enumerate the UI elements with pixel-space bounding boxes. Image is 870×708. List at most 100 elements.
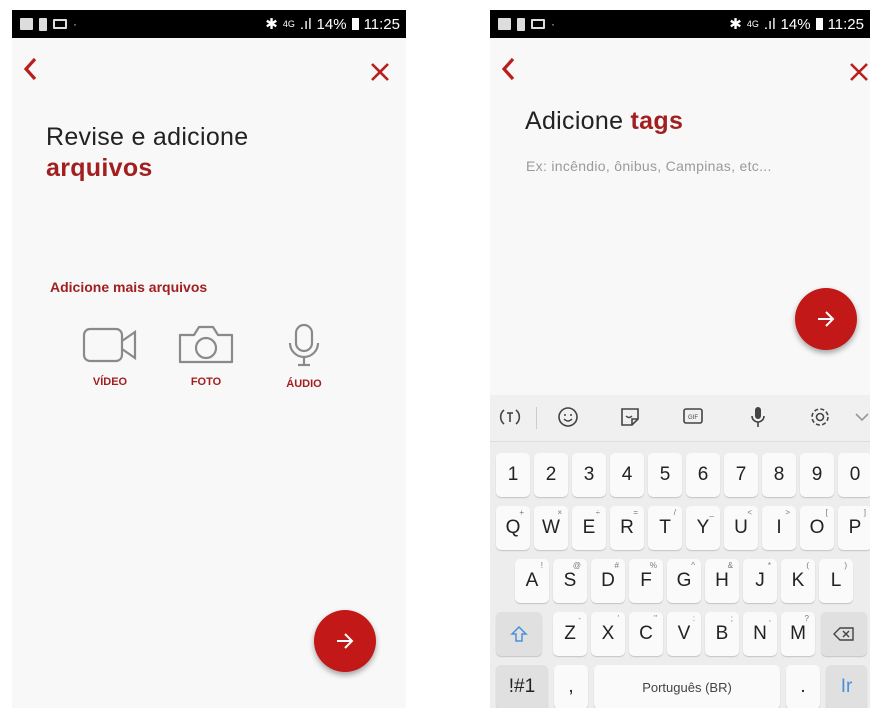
- key-o-hint: [: [825, 508, 828, 517]
- key-s[interactable]: S @: [553, 559, 587, 603]
- key-d[interactable]: D #: [591, 559, 625, 603]
- key-h-hint: &: [727, 561, 733, 570]
- battery-icon: [351, 18, 359, 30]
- chevron-down-icon[interactable]: [850, 405, 870, 429]
- key-4-label: 4: [621, 464, 633, 485]
- shift-key[interactable]: [496, 612, 542, 656]
- symbols-key-label: !#1: [508, 676, 536, 697]
- symbols-key[interactable]: !#1: [496, 665, 548, 708]
- key-g-hint: ^: [691, 561, 695, 570]
- key-6[interactable]: 6: [686, 453, 720, 497]
- key-5-label: 5: [659, 464, 671, 485]
- video-option[interactable]: VÍDEO: [70, 325, 150, 388]
- key-n[interactable]: N,: [743, 612, 777, 656]
- key-7[interactable]: 7: [724, 453, 758, 497]
- add-more-files-label: Adicione mais arquivos: [50, 279, 208, 295]
- key-z-hint: -: [578, 614, 581, 623]
- key-2[interactable]: 2: [534, 453, 568, 497]
- key-n-hint: ,: [768, 614, 771, 623]
- key-m-label: M: [790, 623, 806, 644]
- key-x-hint: ': [617, 614, 619, 623]
- key-1[interactable]: 1: [496, 453, 530, 497]
- chevron-left-icon: [23, 57, 37, 81]
- key-i-hint: >: [785, 508, 790, 517]
- next-button[interactable]: [795, 288, 857, 350]
- emoji-icon[interactable]: [556, 405, 580, 429]
- title-plain: Adicione: [525, 107, 631, 135]
- key-p[interactable]: P]: [838, 506, 870, 550]
- audio-option[interactable]: ÁUDIO: [264, 323, 344, 390]
- key-r[interactable]: R =: [610, 506, 644, 550]
- photo-option[interactable]: FOTO: [166, 323, 246, 388]
- key-a[interactable]: A!: [515, 559, 549, 603]
- back-button[interactable]: [22, 56, 38, 88]
- space-key[interactable]: Português (BR): [594, 665, 780, 708]
- status-bar: · ✱ 4G .ıl 14% 11:25: [12, 10, 406, 38]
- key-x-label: X: [601, 623, 615, 644]
- key-t-hint: /: [673, 508, 676, 517]
- key-0[interactable]: 0: [838, 453, 870, 497]
- key-m[interactable]: M?: [781, 612, 815, 656]
- close-button[interactable]: [848, 59, 870, 89]
- mail-icon: [531, 19, 545, 29]
- key-h[interactable]: H &: [705, 559, 739, 603]
- battery-percent: 14%: [780, 15, 811, 33]
- key-i-label: I: [776, 517, 782, 538]
- signal-icon: .ıl: [763, 15, 776, 33]
- key-c[interactable]: C ": [629, 612, 663, 656]
- sticker-icon[interactable]: [618, 405, 642, 429]
- key-v[interactable]: V:: [667, 612, 701, 656]
- arrow-right-icon: [818, 311, 835, 327]
- photo-label: FOTO: [190, 376, 222, 388]
- signal-icon: .ıl: [299, 15, 312, 33]
- key-z[interactable]: Z-: [553, 612, 587, 656]
- backspace-key[interactable]: [821, 612, 867, 656]
- next-button[interactable]: [314, 610, 376, 672]
- key-x[interactable]: X ': [591, 612, 625, 656]
- tags-input[interactable]: Ex: incêndio, ônibus, Campinas, etc...: [526, 158, 772, 174]
- key-f[interactable]: F%: [629, 559, 663, 603]
- keyboard-mic-icon[interactable]: [746, 405, 770, 429]
- key-3[interactable]: 3: [572, 453, 606, 497]
- arrow-right-icon: [337, 633, 354, 649]
- key-5[interactable]: 5: [648, 453, 682, 497]
- gallery-icon: [498, 18, 511, 30]
- comma-key[interactable]: ,: [554, 665, 588, 708]
- settings-icon[interactable]: [808, 405, 832, 429]
- text-mode-icon[interactable]: [498, 405, 522, 429]
- key-9[interactable]: 9: [800, 453, 834, 497]
- key-k[interactable]: K(: [781, 559, 815, 603]
- key-3-label: 3: [583, 464, 595, 485]
- back-button[interactable]: [500, 56, 516, 88]
- key-l[interactable]: L): [819, 559, 853, 603]
- key-b-hint: ;: [730, 614, 733, 623]
- key-t[interactable]: T /: [648, 506, 682, 550]
- key-c-label: C: [639, 623, 653, 644]
- period-key[interactable]: .: [786, 665, 820, 708]
- key-e[interactable]: E ÷: [572, 506, 606, 550]
- key-y[interactable]: Y _: [686, 506, 720, 550]
- key-g[interactable]: G ^: [667, 559, 701, 603]
- key-i[interactable]: I >: [762, 506, 796, 550]
- key-o[interactable]: O[: [800, 506, 834, 550]
- key-p-label: P: [848, 517, 862, 538]
- close-button[interactable]: [369, 59, 391, 89]
- key-w[interactable]: W ×: [534, 506, 568, 550]
- go-key[interactable]: Ir: [826, 665, 867, 708]
- key-b[interactable]: B;: [705, 612, 739, 656]
- key-v-hint: :: [692, 614, 695, 623]
- key-l-label: L: [830, 570, 842, 591]
- page-title: Revise e adicione arquivos: [46, 122, 248, 184]
- battery-alert-icon: [517, 17, 525, 31]
- key-4[interactable]: 4: [610, 453, 644, 497]
- key-y-hint: _: [709, 508, 714, 517]
- key-w-hint: ×: [557, 508, 562, 517]
- bluetooth-icon: ✱: [729, 16, 742, 33]
- key-z-label: Z: [564, 623, 576, 644]
- key-q[interactable]: Q +: [496, 506, 530, 550]
- key-u[interactable]: U <: [724, 506, 758, 550]
- key-7-label: 7: [735, 464, 747, 485]
- gif-icon[interactable]: GIF: [682, 405, 706, 429]
- key-8[interactable]: 8: [762, 453, 796, 497]
- key-j[interactable]: J *: [743, 559, 777, 603]
